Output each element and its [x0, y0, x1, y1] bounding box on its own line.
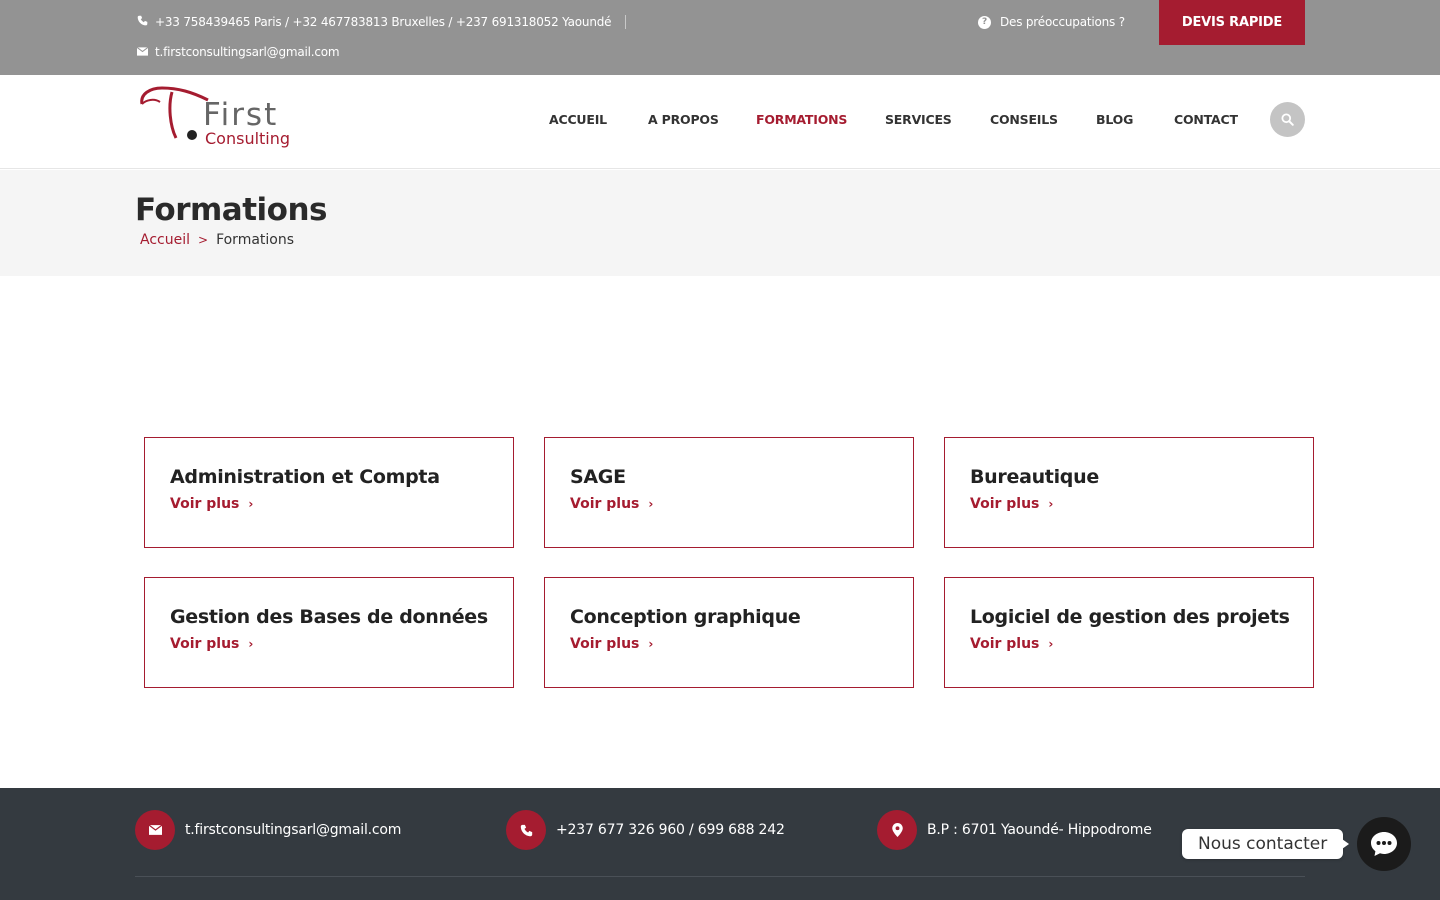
devis-rapide-button[interactable]: DEVIS RAPIDE [1159, 0, 1305, 45]
logo[interactable]: First Consulting [136, 80, 311, 150]
search-button[interactable] [1270, 102, 1305, 137]
chat-button[interactable] [1357, 817, 1411, 871]
chat-bubble-icon [1371, 832, 1397, 856]
topbar-email-link[interactable]: t.firstconsultingsarl@gmail.com [155, 45, 340, 59]
footer-phone-text: +237 677 326 960 / 699 688 242 [556, 822, 785, 838]
card-sage[interactable]: SAGE Voir plus › [544, 437, 914, 548]
breadcrumb-current: Formations [216, 232, 295, 248]
chevron-right-icon: › [648, 637, 654, 651]
email-info: t.firstconsultingsarl@gmail.com [135, 43, 340, 61]
footer-address: B.P : 6701 Yaoundé- Hippodrome [877, 810, 1152, 850]
card-voir-plus-link[interactable]: Voir plus › [970, 636, 1053, 652]
breadcrumb: Accueil > Formations [140, 232, 294, 248]
chat-label[interactable]: Nous contacter [1182, 829, 1350, 859]
footer-address-text: B.P : 6701 Yaoundé- Hippodrome [927, 822, 1152, 838]
nav-blog[interactable]: BLOG [1096, 112, 1133, 127]
search-icon [1281, 113, 1294, 126]
nav-contact[interactable]: CONTACT [1174, 112, 1238, 127]
help-link[interactable]: ? Des préoccupations ? [978, 13, 1125, 31]
footer-divider [135, 876, 1305, 877]
envelope-icon [135, 810, 175, 850]
footer-email: t.firstconsultingsarl@gmail.com [135, 810, 401, 850]
nav-services[interactable]: SERVICES [885, 112, 952, 127]
page-header: Formations Accueil > Formations [0, 170, 1440, 276]
chevron-right-icon: › [248, 637, 254, 651]
chevron-right-icon: › [1048, 637, 1054, 651]
help-text: Des préoccupations ? [1000, 15, 1125, 29]
card-title: Administration et Compta [170, 466, 440, 488]
nav-formations[interactable]: FORMATIONS [756, 112, 847, 127]
page-title: Formations [135, 192, 328, 228]
card-voir-plus-link[interactable]: Voir plus › [570, 636, 653, 652]
svg-text:Consulting: Consulting [205, 129, 290, 148]
envelope-icon [135, 46, 149, 59]
breadcrumb-home-link[interactable]: Accueil [140, 232, 190, 248]
card-title: Conception graphique [570, 606, 801, 628]
card-title: Gestion des Bases de données [170, 606, 488, 628]
phone-info: +33 758439465 Paris / +32 467783813 Brux… [135, 13, 627, 31]
card-voir-plus-link[interactable]: Voir plus › [170, 636, 253, 652]
phone-numbers: +33 758439465 Paris / +32 467783813 Brux… [155, 15, 612, 29]
card-bureautique[interactable]: Bureautique Voir plus › [944, 437, 1314, 548]
chevron-right-icon: › [248, 497, 254, 511]
card-title: Bureautique [970, 466, 1099, 488]
nav-conseils[interactable]: CONSEILS [990, 112, 1058, 127]
svg-text:First: First [203, 97, 278, 133]
logo-mark-icon: First Consulting [140, 86, 290, 148]
card-voir-plus-link[interactable]: Voir plus › [170, 496, 253, 512]
card-gestion-bases-donnees[interactable]: Gestion des Bases de données Voir plus › [144, 577, 514, 688]
nav-a-propos[interactable]: A PROPOS [648, 112, 719, 127]
card-voir-plus-link[interactable]: Voir plus › [970, 496, 1053, 512]
main-header: First Consulting ACCUEIL A PROPOS FORMAT… [0, 75, 1440, 169]
nav-accueil[interactable]: ACCUEIL [549, 112, 607, 127]
question-icon: ? [978, 15, 991, 29]
chevron-right-icon: › [1048, 497, 1054, 511]
topbar-divider [625, 15, 627, 29]
chevron-right-icon: › [648, 497, 654, 511]
footer-email-link[interactable]: t.firstconsultingsarl@gmail.com [185, 822, 401, 838]
map-pin-icon [877, 810, 917, 850]
footer-phone: +237 677 326 960 / 699 688 242 [506, 810, 785, 850]
phone-icon [135, 15, 149, 29]
breadcrumb-separator: > [198, 233, 209, 247]
card-administration-compta[interactable]: Administration et Compta Voir plus › [144, 437, 514, 548]
card-title: SAGE [570, 466, 626, 488]
card-voir-plus-link[interactable]: Voir plus › [570, 496, 653, 512]
card-conception-graphique[interactable]: Conception graphique Voir plus › [544, 577, 914, 688]
phone-icon [506, 810, 546, 850]
card-logiciel-gestion-projets[interactable]: Logiciel de gestion des projets Voir plu… [944, 577, 1314, 688]
card-title: Logiciel de gestion des projets [970, 606, 1290, 628]
